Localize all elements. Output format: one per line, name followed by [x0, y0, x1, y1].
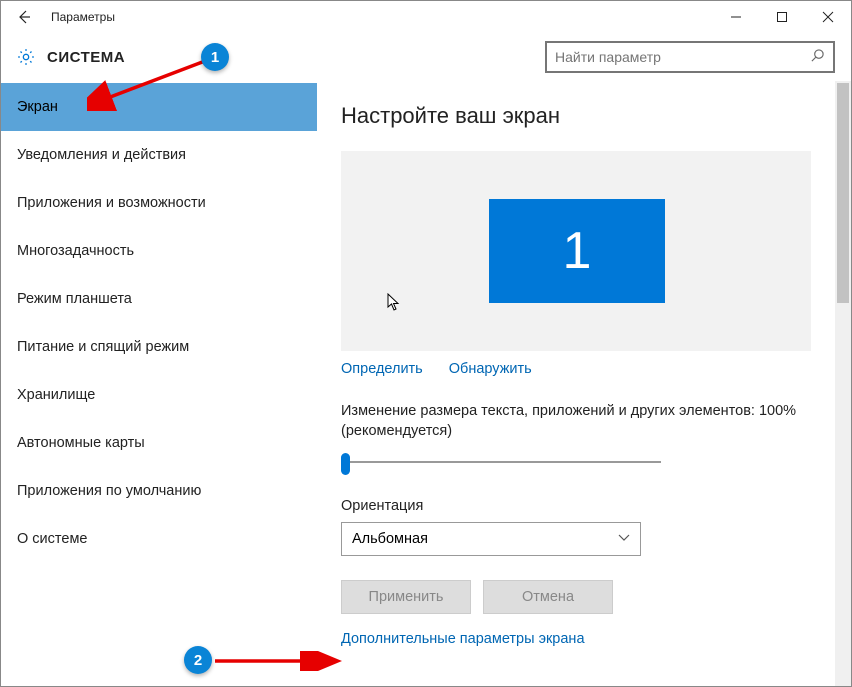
sidebar-item-label: Экран	[17, 99, 58, 115]
settings-window: Параметры СИСТЕМА	[0, 0, 852, 687]
sidebar-item-display[interactable]: Экран	[1, 83, 317, 131]
titlebar: Параметры	[1, 1, 851, 33]
close-button[interactable]	[805, 1, 851, 33]
sidebar-item-storage[interactable]: Хранилище	[1, 371, 317, 419]
window-title: Параметры	[47, 10, 115, 24]
sidebar-item-apps[interactable]: Приложения и возможности	[1, 179, 317, 227]
gear-icon	[15, 46, 37, 68]
minimize-button[interactable]	[713, 1, 759, 33]
page-title: Настройте ваш экран	[341, 103, 811, 129]
orientation-dropdown[interactable]: Альбомная	[341, 522, 641, 556]
scale-slider[interactable]	[341, 450, 661, 474]
maximize-button[interactable]	[759, 1, 805, 33]
sidebar-item-label: Автономные карты	[17, 435, 145, 451]
search-icon	[810, 48, 825, 66]
sidebar-item-about[interactable]: О системе	[1, 515, 317, 563]
sidebar-item-label: Приложения по умолчанию	[17, 483, 201, 499]
annotation-badge-2: 2	[184, 646, 212, 674]
sidebar-item-multitasking[interactable]: Многозадачность	[1, 227, 317, 275]
scrollbar[interactable]	[835, 81, 851, 686]
orientation-value: Альбомная	[352, 531, 428, 547]
scrollbar-thumb[interactable]	[837, 83, 849, 303]
sidebar-item-label: Питание и спящий режим	[17, 339, 189, 355]
scale-label: Изменение размера текста, приложений и д…	[341, 401, 811, 442]
back-button[interactable]	[1, 1, 47, 33]
sidebar-item-default-apps[interactable]: Приложения по умолчанию	[1, 467, 317, 515]
sidebar-item-label: Многозадачность	[17, 243, 134, 259]
sidebar-item-label: О системе	[17, 531, 87, 547]
annotation-badge-1: 1	[201, 43, 229, 71]
cursor-icon	[387, 293, 401, 316]
sidebar-item-maps[interactable]: Автономные карты	[1, 419, 317, 467]
monitor-thumbnail[interactable]: 1	[489, 199, 665, 303]
apply-button[interactable]: Применить	[341, 580, 471, 614]
content-area: Настройте ваш экран 1 Определить Обнаруж…	[317, 81, 851, 686]
body: Экран Уведомления и действия Приложения …	[1, 81, 851, 686]
search-input[interactable]	[555, 49, 810, 65]
chevron-down-icon	[618, 533, 630, 545]
sidebar-item-notifications[interactable]: Уведомления и действия	[1, 131, 317, 179]
sidebar-item-tablet[interactable]: Режим планшета	[1, 275, 317, 323]
cancel-button[interactable]: Отмена	[483, 580, 613, 614]
display-preview: 1	[341, 151, 811, 351]
section-title: СИСТЕМА	[47, 49, 125, 66]
slider-thumb[interactable]	[341, 453, 350, 475]
sidebar-item-power[interactable]: Питание и спящий режим	[1, 323, 317, 371]
sidebar-item-label: Хранилище	[17, 387, 95, 403]
sidebar-item-label: Уведомления и действия	[17, 147, 186, 163]
advanced-display-link[interactable]: Дополнительные параметры экрана	[341, 631, 585, 647]
display-links: Определить Обнаружить	[341, 361, 811, 377]
detect-link[interactable]: Обнаружить	[449, 361, 532, 377]
slider-track	[347, 461, 661, 463]
identify-link[interactable]: Определить	[341, 361, 423, 377]
header: СИСТЕМА	[1, 33, 851, 81]
sidebar: Экран Уведомления и действия Приложения …	[1, 81, 317, 686]
sidebar-item-label: Приложения и возможности	[17, 195, 206, 211]
orientation-label: Ориентация	[341, 498, 811, 514]
search-box[interactable]	[545, 41, 835, 73]
sidebar-item-label: Режим планшета	[17, 291, 132, 307]
button-row: Применить Отмена	[341, 580, 811, 614]
